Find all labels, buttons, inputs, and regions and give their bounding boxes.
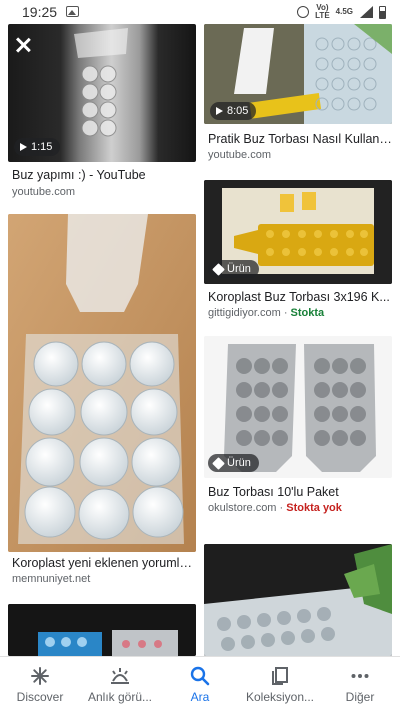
ice-sheet-plant-image bbox=[204, 544, 392, 656]
alarm-icon bbox=[297, 6, 310, 18]
result-thumbnail[interactable]: Ürün bbox=[204, 336, 392, 478]
bottom-nav: Discover Anlık görü... Ara Koleksiyon...… bbox=[0, 656, 400, 711]
result-title[interactable]: Koroplast yeni eklenen yorumla... bbox=[12, 556, 196, 570]
nav-label: Koleksiyon... bbox=[245, 690, 315, 704]
result-source: youtube.com bbox=[12, 186, 75, 198]
nav-updates[interactable]: Anlık görü... bbox=[80, 657, 160, 711]
tag-icon bbox=[212, 456, 225, 470]
result-card-partial-left[interactable] bbox=[8, 604, 196, 656]
stock-status-in: Stokta bbox=[290, 307, 325, 319]
status-bar: 19:25 Vo) LTE 4.5G bbox=[0, 0, 400, 24]
result-card-partial-right[interactable] bbox=[204, 544, 392, 656]
video-duration-badge: 8:05 bbox=[210, 102, 257, 120]
search-icon bbox=[190, 665, 210, 687]
play-icon bbox=[216, 107, 223, 115]
result-thumbnail[interactable]: 8:05 bbox=[204, 24, 392, 124]
result-title[interactable]: Pratik Buz Torbası Nasıl Kullanı... bbox=[208, 132, 392, 146]
result-source: okulstore.com · Stokta yok bbox=[208, 502, 342, 514]
collections-icon bbox=[270, 665, 290, 687]
source-separator: · bbox=[280, 307, 291, 319]
nav-label: Ara bbox=[190, 690, 210, 704]
result-source: youtube.com bbox=[208, 149, 271, 161]
network-4g-label: 4.5G bbox=[335, 7, 353, 16]
result-title[interactable]: Buz Torbası 10'lu Paket bbox=[208, 485, 392, 499]
blue-ice-tray-image bbox=[8, 604, 196, 656]
result-thumbnail[interactable] bbox=[204, 544, 392, 656]
signal-icon bbox=[359, 6, 373, 18]
result-thumbnail[interactable] bbox=[8, 604, 196, 656]
nav-collections[interactable]: Koleksiyon... bbox=[240, 657, 320, 711]
video-duration-badge: 1:15 bbox=[14, 138, 61, 156]
nav-more[interactable]: Diğer bbox=[320, 657, 400, 711]
status-icons: Vo) LTE 4.5G bbox=[297, 4, 386, 20]
more-icon bbox=[350, 665, 370, 687]
result-title[interactable]: Buz yapımı :) - YouTube bbox=[12, 168, 196, 182]
close-icon[interactable] bbox=[14, 36, 32, 54]
nav-search[interactable]: Ara bbox=[160, 657, 240, 711]
result-source: gittigidiyor.com · Stokta bbox=[208, 307, 324, 319]
result-title[interactable]: Koroplast Buz Torbası 3x196 K... bbox=[208, 290, 392, 304]
result-card-video-pratik-buz[interactable]: 8:05 Pratik Buz Torbası Nasıl Kullanı...… bbox=[204, 24, 392, 164]
result-thumbnail[interactable]: 1:15 bbox=[8, 24, 196, 162]
nav-discover[interactable]: Discover bbox=[0, 657, 80, 711]
result-card-product-okulstore[interactable]: Ürün Buz Torbası 10'lu Paket okulstore.c… bbox=[204, 336, 392, 516]
result-card-koroplast-yorum[interactable]: Koroplast yeni eklenen yorumla... memnun… bbox=[8, 214, 196, 590]
result-thumbnail[interactable]: Ürün bbox=[204, 180, 392, 284]
nav-label: Anlık görü... bbox=[87, 690, 153, 704]
network-lte-label: Vo) LTE bbox=[315, 3, 330, 20]
product-badge: Ürün bbox=[208, 454, 259, 472]
updates-icon bbox=[109, 665, 131, 687]
gallery-notification-icon bbox=[66, 6, 79, 17]
source-domain: gittigidiyor.com bbox=[208, 307, 281, 319]
product-badge: Ürün bbox=[208, 260, 259, 278]
result-source: memnuniyet.net bbox=[12, 573, 91, 585]
nav-label: Discover bbox=[16, 690, 64, 704]
nav-label: Diğer bbox=[345, 690, 375, 704]
result-thumbnail[interactable] bbox=[8, 214, 196, 552]
ice-bag-large-image bbox=[8, 214, 196, 552]
asterisk-icon bbox=[30, 665, 50, 687]
stock-status-out: Stokta yok bbox=[286, 502, 342, 514]
result-card-product-koroplast[interactable]: Ürün Koroplast Buz Torbası 3x196 K... gi… bbox=[204, 180, 392, 322]
play-icon bbox=[20, 143, 27, 151]
result-card-video-buz-yapimi[interactable]: 1:15 Buz yapımı :) - YouTube youtube.com bbox=[8, 24, 196, 200]
source-separator: · bbox=[276, 502, 287, 514]
tag-icon bbox=[212, 262, 225, 276]
status-time: 19:25 bbox=[22, 4, 58, 20]
source-domain: okulstore.com bbox=[208, 502, 277, 514]
battery-icon bbox=[379, 5, 386, 19]
